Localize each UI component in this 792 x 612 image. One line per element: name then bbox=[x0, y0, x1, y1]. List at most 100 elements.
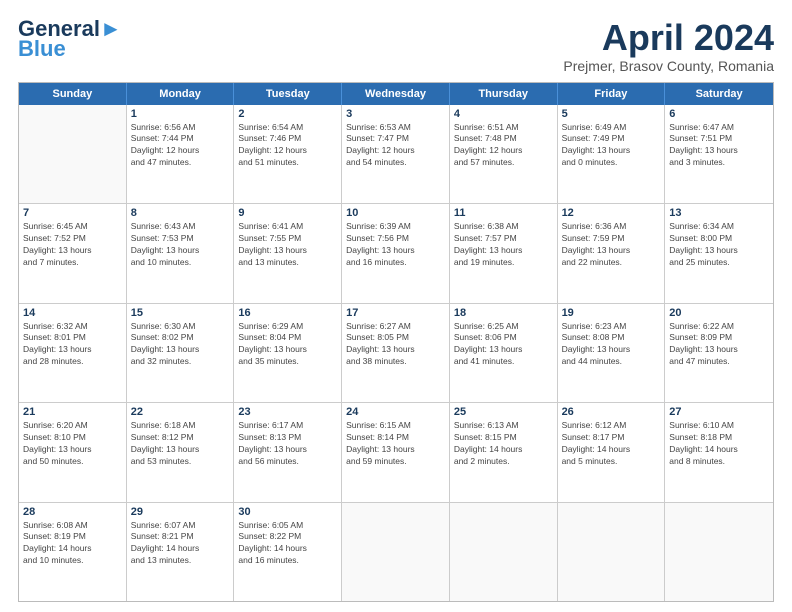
day-info: Sunrise: 6:27 AM Sunset: 8:05 PM Dayligh… bbox=[346, 321, 445, 369]
day-cell: 22Sunrise: 6:18 AM Sunset: 8:12 PM Dayli… bbox=[127, 403, 235, 501]
week-row-0: 1Sunrise: 6:56 AM Sunset: 7:44 PM Daylig… bbox=[19, 105, 773, 204]
day-info: Sunrise: 6:56 AM Sunset: 7:44 PM Dayligh… bbox=[131, 122, 230, 170]
day-info: Sunrise: 6:12 AM Sunset: 8:17 PM Dayligh… bbox=[562, 420, 661, 468]
day-info: Sunrise: 6:51 AM Sunset: 7:48 PM Dayligh… bbox=[454, 122, 553, 170]
header-wednesday: Wednesday bbox=[342, 83, 450, 105]
day-cell: 19 Sunrise: 6:23 AM Sunset: 8:08 PM Dayli… bbox=[558, 304, 666, 402]
logo-bird-icon: ► bbox=[100, 16, 122, 41]
day-number: 20 bbox=[669, 307, 769, 319]
day-info: Sunrise: 6:36 AM Sunset: 7:59 PM Dayligh… bbox=[562, 221, 661, 269]
day-number: 3 bbox=[346, 108, 445, 120]
day-number: 27 bbox=[669, 406, 769, 418]
day-number: 4 bbox=[454, 108, 553, 120]
week-row-4: 28Sunrise: 6:08 AM Sunset: 8:19 PM Dayli… bbox=[19, 503, 773, 601]
day-cell: 7 Sunrise: 6:45 AM Sunset: 7:52 PM Daylig… bbox=[19, 204, 127, 302]
calendar: SundayMondayTuesdayWednesdayThursdayFrid… bbox=[18, 82, 774, 602]
day-number: 22 bbox=[131, 406, 230, 418]
day-number: 7 bbox=[23, 207, 122, 219]
day-cell: 5 Sunrise: 6:49 AM Sunset: 7:49 PM Daylig… bbox=[558, 105, 666, 203]
day-number: 24 bbox=[346, 406, 445, 418]
day-cell: 28Sunrise: 6:08 AM Sunset: 8:19 PM Dayli… bbox=[19, 503, 127, 601]
day-info: Sunrise: 6:20 AM Sunset: 8:10 PM Dayligh… bbox=[23, 420, 122, 468]
day-cell: 4 Sunrise: 6:51 AM Sunset: 7:48 PM Daylig… bbox=[450, 105, 558, 203]
day-cell: 9Sunrise: 6:41 AM Sunset: 7:55 PM Daylig… bbox=[234, 204, 342, 302]
week-row-2: 14 Sunrise: 6:32 AM Sunset: 8:01 PM Dayli… bbox=[19, 304, 773, 403]
day-info: Sunrise: 6:54 AM Sunset: 7:46 PM Dayligh… bbox=[238, 122, 337, 170]
day-cell: 24 Sunrise: 6:15 AM Sunset: 8:14 PM Dayli… bbox=[342, 403, 450, 501]
day-cell: 30Sunrise: 6:05 AM Sunset: 8:22 PM Dayli… bbox=[234, 503, 342, 601]
logo: General► Blue bbox=[18, 18, 122, 60]
day-info: Sunrise: 6:07 AM Sunset: 8:21 PM Dayligh… bbox=[131, 520, 230, 568]
day-cell: 12 Sunrise: 6:36 AM Sunset: 7:59 PM Dayli… bbox=[558, 204, 666, 302]
day-number: 5 bbox=[562, 108, 661, 120]
day-cell: 14 Sunrise: 6:32 AM Sunset: 8:01 PM Dayli… bbox=[19, 304, 127, 402]
day-info: Sunrise: 6:32 AM Sunset: 8:01 PM Dayligh… bbox=[23, 321, 122, 369]
day-info: Sunrise: 6:45 AM Sunset: 7:52 PM Dayligh… bbox=[23, 221, 122, 269]
day-number: 17 bbox=[346, 307, 445, 319]
day-cell: 27 Sunrise: 6:10 AM Sunset: 8:18 PM Dayli… bbox=[665, 403, 773, 501]
day-cell: 15 Sunrise: 6:30 AM Sunset: 8:02 PM Dayli… bbox=[127, 304, 235, 402]
day-cell: 26 Sunrise: 6:12 AM Sunset: 8:17 PM Dayli… bbox=[558, 403, 666, 501]
header-sunday: Sunday bbox=[19, 83, 127, 105]
day-cell bbox=[558, 503, 666, 601]
day-cell: 1Sunrise: 6:56 AM Sunset: 7:44 PM Daylig… bbox=[127, 105, 235, 203]
day-info: Sunrise: 6:25 AM Sunset: 8:06 PM Dayligh… bbox=[454, 321, 553, 369]
header-thursday: Thursday bbox=[450, 83, 558, 105]
title-section: April 2024 Prejmer, Brasov County, Roman… bbox=[563, 18, 774, 74]
day-cell bbox=[665, 503, 773, 601]
day-cell bbox=[19, 105, 127, 203]
day-number: 18 bbox=[454, 307, 553, 319]
header-friday: Friday bbox=[558, 83, 666, 105]
day-info: Sunrise: 6:34 AM Sunset: 8:00 PM Dayligh… bbox=[669, 221, 769, 269]
day-cell: 21 Sunrise: 6:20 AM Sunset: 8:10 PM Dayli… bbox=[19, 403, 127, 501]
day-number: 23 bbox=[238, 406, 337, 418]
day-number: 11 bbox=[454, 207, 553, 219]
day-cell: 25 Sunrise: 6:13 AM Sunset: 8:15 PM Dayli… bbox=[450, 403, 558, 501]
header-tuesday: Tuesday bbox=[234, 83, 342, 105]
day-number: 30 bbox=[238, 506, 337, 518]
day-cell: 29 Sunrise: 6:07 AM Sunset: 8:21 PM Dayli… bbox=[127, 503, 235, 601]
day-number: 19 bbox=[562, 307, 661, 319]
day-info: Sunrise: 6:15 AM Sunset: 8:14 PM Dayligh… bbox=[346, 420, 445, 468]
day-number: 12 bbox=[562, 207, 661, 219]
day-number: 14 bbox=[23, 307, 122, 319]
day-info: Sunrise: 6:38 AM Sunset: 7:57 PM Dayligh… bbox=[454, 221, 553, 269]
day-number: 25 bbox=[454, 406, 553, 418]
day-cell: 17 Sunrise: 6:27 AM Sunset: 8:05 PM Dayli… bbox=[342, 304, 450, 402]
day-info: Sunrise: 6:13 AM Sunset: 8:15 PM Dayligh… bbox=[454, 420, 553, 468]
day-info: Sunrise: 6:39 AM Sunset: 7:56 PM Dayligh… bbox=[346, 221, 445, 269]
day-number: 21 bbox=[23, 406, 122, 418]
location: Prejmer, Brasov County, Romania bbox=[563, 58, 774, 74]
day-info: Sunrise: 6:41 AM Sunset: 7:55 PM Dayligh… bbox=[238, 221, 337, 269]
header-saturday: Saturday bbox=[665, 83, 773, 105]
day-info: Sunrise: 6:10 AM Sunset: 8:18 PM Dayligh… bbox=[669, 420, 769, 468]
day-info: Sunrise: 6:30 AM Sunset: 8:02 PM Dayligh… bbox=[131, 321, 230, 369]
logo-blue: Blue bbox=[18, 38, 66, 60]
day-info: Sunrise: 6:23 AM Sunset: 8:08 PM Dayligh… bbox=[562, 321, 661, 369]
day-number: 6 bbox=[669, 108, 769, 120]
day-number: 8 bbox=[131, 207, 230, 219]
week-row-3: 21 Sunrise: 6:20 AM Sunset: 8:10 PM Dayli… bbox=[19, 403, 773, 502]
day-info: Sunrise: 6:43 AM Sunset: 7:53 PM Dayligh… bbox=[131, 221, 230, 269]
day-cell: 16Sunrise: 6:29 AM Sunset: 8:04 PM Dayli… bbox=[234, 304, 342, 402]
day-number: 26 bbox=[562, 406, 661, 418]
day-number: 29 bbox=[131, 506, 230, 518]
day-info: Sunrise: 6:22 AM Sunset: 8:09 PM Dayligh… bbox=[669, 321, 769, 369]
day-info: Sunrise: 6:29 AM Sunset: 8:04 PM Dayligh… bbox=[238, 321, 337, 369]
header-monday: Monday bbox=[127, 83, 235, 105]
day-cell: 11 Sunrise: 6:38 AM Sunset: 7:57 PM Dayli… bbox=[450, 204, 558, 302]
day-info: Sunrise: 6:08 AM Sunset: 8:19 PM Dayligh… bbox=[23, 520, 122, 568]
week-row-1: 7 Sunrise: 6:45 AM Sunset: 7:52 PM Daylig… bbox=[19, 204, 773, 303]
day-info: Sunrise: 6:49 AM Sunset: 7:49 PM Dayligh… bbox=[562, 122, 661, 170]
day-cell bbox=[342, 503, 450, 601]
day-number: 15 bbox=[131, 307, 230, 319]
day-info: Sunrise: 6:17 AM Sunset: 8:13 PM Dayligh… bbox=[238, 420, 337, 468]
calendar-body: 1Sunrise: 6:56 AM Sunset: 7:44 PM Daylig… bbox=[19, 105, 773, 601]
day-info: Sunrise: 6:47 AM Sunset: 7:51 PM Dayligh… bbox=[669, 122, 769, 170]
day-number: 10 bbox=[346, 207, 445, 219]
calendar-header: SundayMondayTuesdayWednesdayThursdayFrid… bbox=[19, 83, 773, 105]
day-cell: 2Sunrise: 6:54 AM Sunset: 7:46 PM Daylig… bbox=[234, 105, 342, 203]
page: General► Blue April 2024 Prejmer, Brasov… bbox=[0, 0, 792, 612]
day-cell: 18 Sunrise: 6:25 AM Sunset: 8:06 PM Dayli… bbox=[450, 304, 558, 402]
day-cell: 10 Sunrise: 6:39 AM Sunset: 7:56 PM Dayli… bbox=[342, 204, 450, 302]
